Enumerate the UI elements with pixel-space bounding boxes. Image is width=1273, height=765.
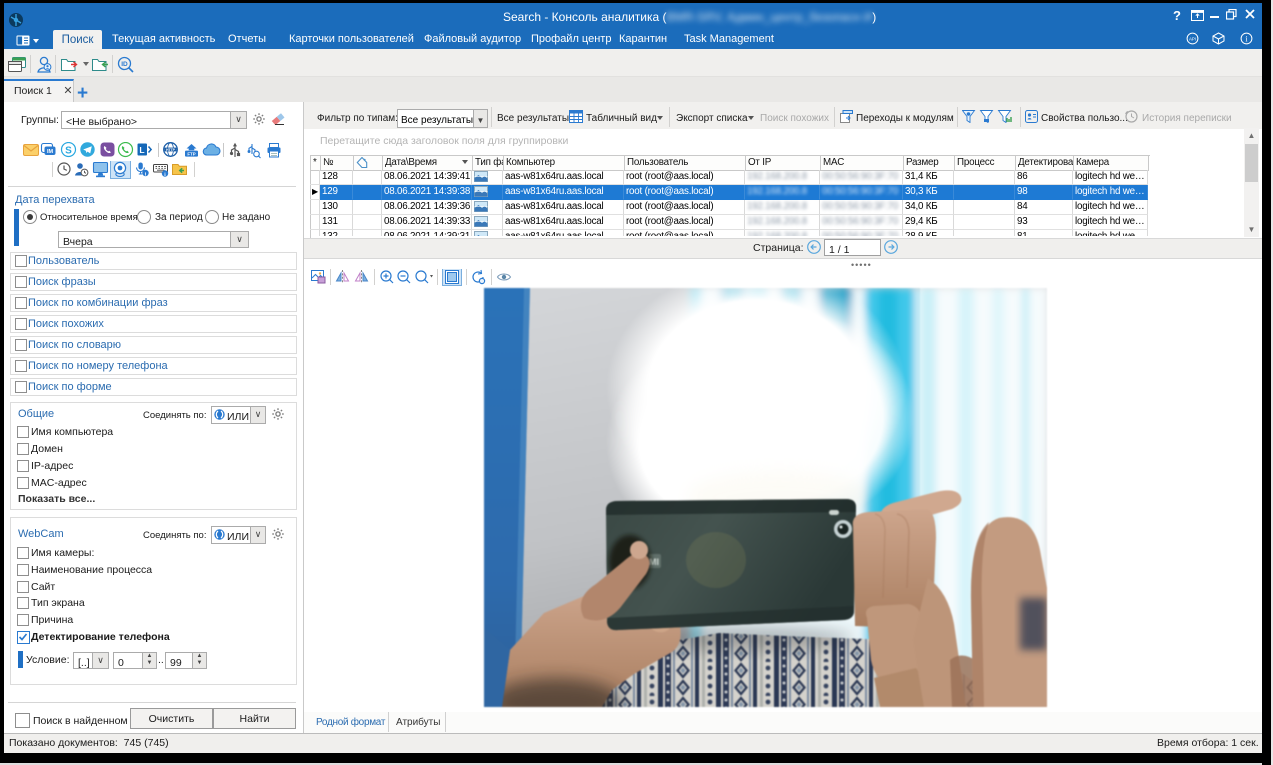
svg-text:L: L [139, 145, 144, 155]
svg-text:FTP: FTP [187, 151, 195, 156]
svg-text:i: i [1245, 34, 1248, 43]
svg-text:S: S [65, 145, 72, 156]
svg-text:HTTP: HTTP [166, 148, 176, 152]
svg-text:ID: ID [121, 61, 128, 68]
svg-text:IM: IM [47, 149, 54, 155]
svg-text:API: API [1189, 37, 1196, 42]
